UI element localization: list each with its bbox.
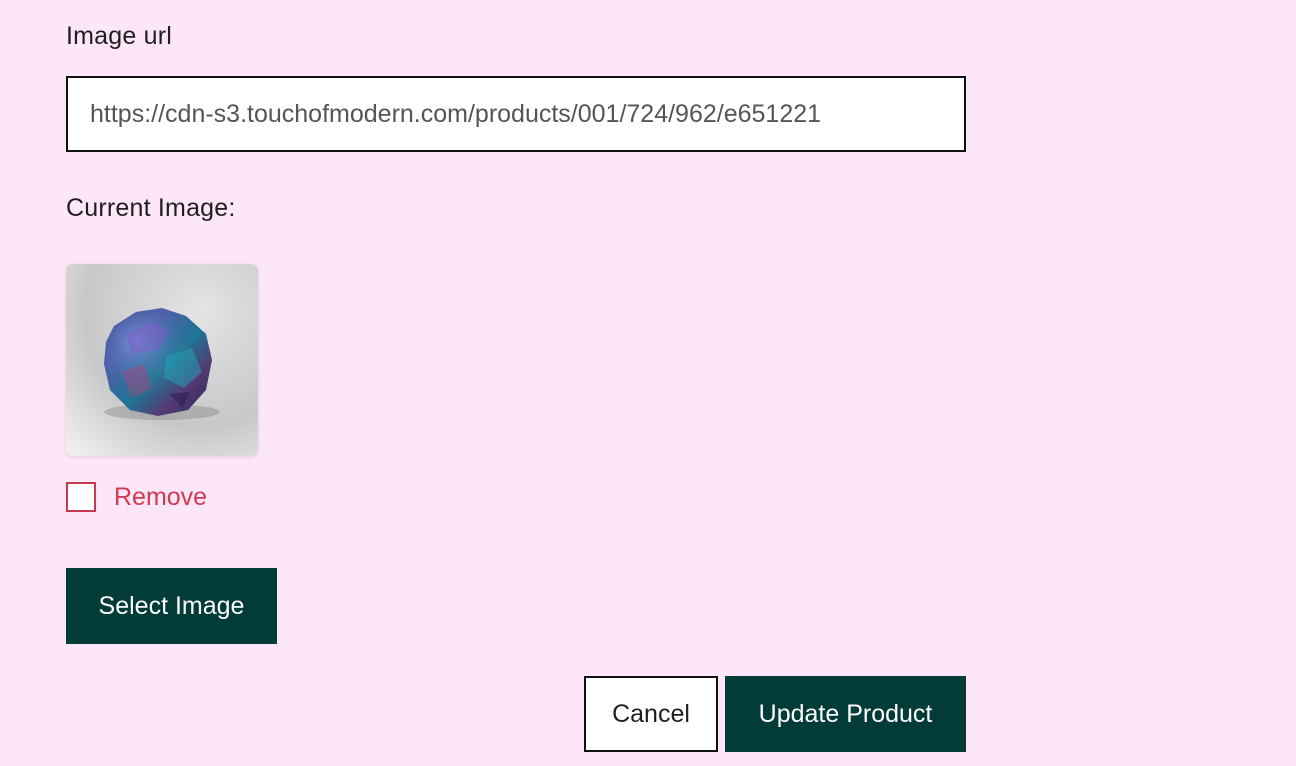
- product-edit-form: Image url Current Image:: [0, 0, 1296, 766]
- image-url-input[interactable]: [66, 76, 966, 152]
- cancel-button[interactable]: Cancel: [584, 676, 718, 752]
- mineral-image: [66, 264, 258, 456]
- update-product-button[interactable]: Update Product: [725, 676, 966, 752]
- image-url-label: Image url: [66, 22, 173, 50]
- current-image-label: Current Image:: [66, 194, 236, 222]
- remove-image-row[interactable]: Remove: [66, 480, 207, 514]
- remove-checkbox[interactable]: [66, 482, 96, 512]
- select-image-button[interactable]: Select Image: [66, 568, 277, 644]
- remove-label: Remove: [114, 482, 208, 511]
- current-image-thumbnail: [66, 264, 258, 456]
